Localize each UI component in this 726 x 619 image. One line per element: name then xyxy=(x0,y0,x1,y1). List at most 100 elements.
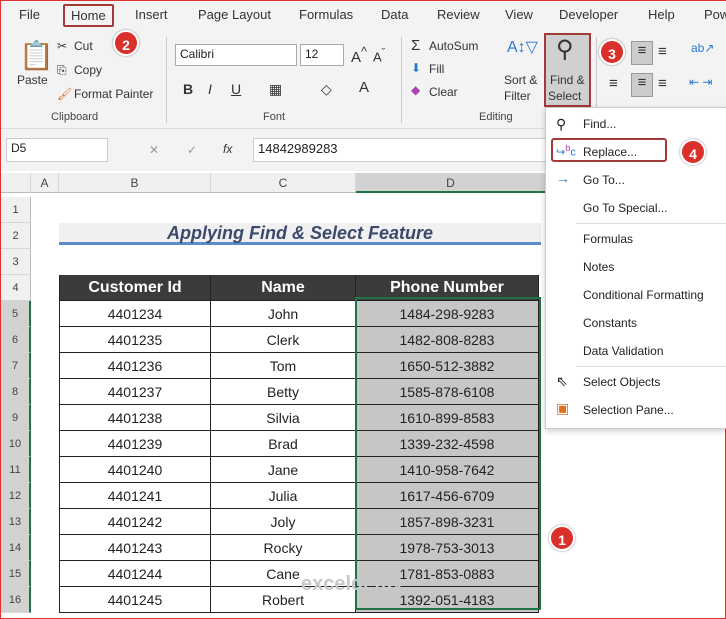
autosum-button[interactable]: AutoSum xyxy=(429,39,478,53)
cell-customer-id[interactable]: 4401244 xyxy=(59,561,211,587)
row-header[interactable]: 1 xyxy=(1,197,31,223)
enter-icon[interactable]: ✓ xyxy=(187,143,197,157)
format-painter-button[interactable]: Format Painter xyxy=(74,87,153,101)
row-header[interactable]: 3 xyxy=(1,249,31,275)
cell-name[interactable]: John xyxy=(211,301,356,327)
cell-customer-id[interactable]: 4401235 xyxy=(59,327,211,353)
cell-name[interactable]: Joly xyxy=(211,509,356,535)
indent-icons[interactable]: ⇤ ⇥ xyxy=(689,75,712,89)
cell-customer-id[interactable]: 4401234 xyxy=(59,301,211,327)
cell-customer-id[interactable]: 4401240 xyxy=(59,457,211,483)
cell-name[interactable]: Silvia xyxy=(211,405,356,431)
menu-select-objects[interactable]: Select Objects xyxy=(583,375,660,389)
row-header[interactable]: 9 xyxy=(1,405,31,431)
copy-button[interactable]: Copy xyxy=(74,63,102,77)
row-header[interactable]: 10 xyxy=(1,431,31,457)
sort-filter-label-1[interactable]: Sort & xyxy=(504,73,537,87)
row-header[interactable]: 7 xyxy=(1,353,31,379)
italic-button[interactable]: I xyxy=(208,81,212,97)
find-select-button[interactable]: ⚲ Find & Select xyxy=(544,33,591,107)
menu-find[interactable]: Find... xyxy=(583,117,616,131)
row-header[interactable]: 14 xyxy=(1,535,31,561)
menu-data-validation[interactable]: Data Validation xyxy=(583,344,664,358)
cell-name[interactable]: Brad xyxy=(211,431,356,457)
cell-customer-id[interactable]: 4401242 xyxy=(59,509,211,535)
cell-customer-id[interactable]: 4401245 xyxy=(59,587,211,613)
menu-replace[interactable]: Replace... xyxy=(583,145,637,159)
row-header[interactable]: 11 xyxy=(1,457,31,483)
bold-button[interactable]: B xyxy=(183,81,193,97)
row-header[interactable]: 15 xyxy=(1,561,31,587)
align-right-button[interactable]: ≡ xyxy=(658,75,667,92)
row-header[interactable]: 13 xyxy=(1,509,31,535)
tab-file[interactable]: File xyxy=(19,7,40,22)
cell-customer-id[interactable]: 4401241 xyxy=(59,483,211,509)
cell-name[interactable]: Betty xyxy=(211,379,356,405)
row-header[interactable]: 16 xyxy=(1,587,31,613)
cell-name[interactable]: Julia xyxy=(211,483,356,509)
tab-formulas[interactable]: Formulas xyxy=(299,7,353,22)
menu-notes[interactable]: Notes xyxy=(583,260,614,274)
orientation-icon[interactable]: ab↗ xyxy=(691,41,714,55)
menu-selection-pane[interactable]: Selection Pane... xyxy=(583,403,674,417)
menu-formulas[interactable]: Formulas xyxy=(583,232,633,246)
menu-conditional-formatting[interactable]: Conditional Formatting xyxy=(583,288,704,302)
cell-name[interactable]: Tom xyxy=(211,353,356,379)
menu-constants[interactable]: Constants xyxy=(583,316,637,330)
tab-page-layout[interactable]: Page Layout xyxy=(198,7,271,22)
cut-button[interactable]: Cut xyxy=(74,39,93,53)
header-name[interactable]: Name xyxy=(211,275,356,301)
row-header[interactable]: 5 xyxy=(1,301,31,327)
menu-goto[interactable]: Go To... xyxy=(583,173,625,187)
cancel-icon[interactable]: ✕ xyxy=(149,143,159,157)
font-size-select[interactable]: 12 xyxy=(300,44,344,66)
function-icon[interactable]: fx xyxy=(223,142,232,156)
row-header[interactable]: 6 xyxy=(1,327,31,353)
cell-name[interactable]: Jane xyxy=(211,457,356,483)
font-color-icon[interactable]: A xyxy=(359,79,369,96)
cell-customer-id[interactable]: 4401237 xyxy=(59,379,211,405)
tab-review[interactable]: Review xyxy=(437,7,480,22)
column-header-a[interactable]: A xyxy=(31,173,59,193)
tab-developer[interactable]: Developer xyxy=(559,7,618,22)
editing-group-label: Editing xyxy=(479,111,513,123)
menu-goto-special[interactable]: Go To Special... xyxy=(583,201,668,215)
borders-icon[interactable]: ▦ xyxy=(269,81,282,98)
tab-insert[interactable]: Insert xyxy=(135,7,168,22)
fill-color-icon[interactable]: ◇ xyxy=(321,81,332,98)
row-header[interactable]: 4 xyxy=(1,275,31,301)
tab-view[interactable]: View xyxy=(505,7,533,22)
column-header-c[interactable]: C xyxy=(211,173,356,193)
align-left-button[interactable]: ≡ xyxy=(609,75,618,92)
tab-home[interactable]: Home xyxy=(63,4,114,27)
header-customer-id[interactable]: Customer Id xyxy=(59,275,211,301)
align-middle-button[interactable]: ≡ xyxy=(631,41,653,65)
row-header[interactable]: 2 xyxy=(1,223,31,249)
row-header[interactable]: 12 xyxy=(1,483,31,509)
name-box[interactable]: D5 xyxy=(6,138,108,162)
row-header[interactable]: 8 xyxy=(1,379,31,405)
sort-filter-label-2[interactable]: Filter xyxy=(504,89,531,103)
underline-button[interactable]: U xyxy=(231,81,241,97)
font-name-select[interactable]: Calibri xyxy=(175,44,297,66)
paste-button[interactable]: Paste xyxy=(17,73,48,87)
find-icon: ⚲ xyxy=(556,116,567,132)
select-all[interactable] xyxy=(1,173,31,193)
column-header-d[interactable]: D xyxy=(356,173,546,193)
cell-name[interactable]: Clerk xyxy=(211,327,356,353)
cell-customer-id[interactable]: 4401239 xyxy=(59,431,211,457)
increase-font-icon[interactable]: A^ xyxy=(351,45,367,66)
clear-button[interactable]: Clear xyxy=(429,85,458,99)
tab-power[interactable]: Pow xyxy=(704,7,726,22)
tab-data[interactable]: Data xyxy=(381,7,408,22)
tab-help[interactable]: Help xyxy=(648,7,675,22)
cell-customer-id[interactable]: 4401238 xyxy=(59,405,211,431)
column-header-b[interactable]: B xyxy=(59,173,211,193)
align-bottom-button[interactable]: ≡ xyxy=(658,43,667,60)
decrease-font-icon[interactable]: Aˇ xyxy=(373,47,385,64)
fill-button[interactable]: Fill xyxy=(429,62,444,76)
cell-customer-id[interactable]: 4401236 xyxy=(59,353,211,379)
align-center-button[interactable]: ≡ xyxy=(631,73,653,97)
cell-customer-id[interactable]: 4401243 xyxy=(59,535,211,561)
cell-name[interactable]: Rocky xyxy=(211,535,356,561)
